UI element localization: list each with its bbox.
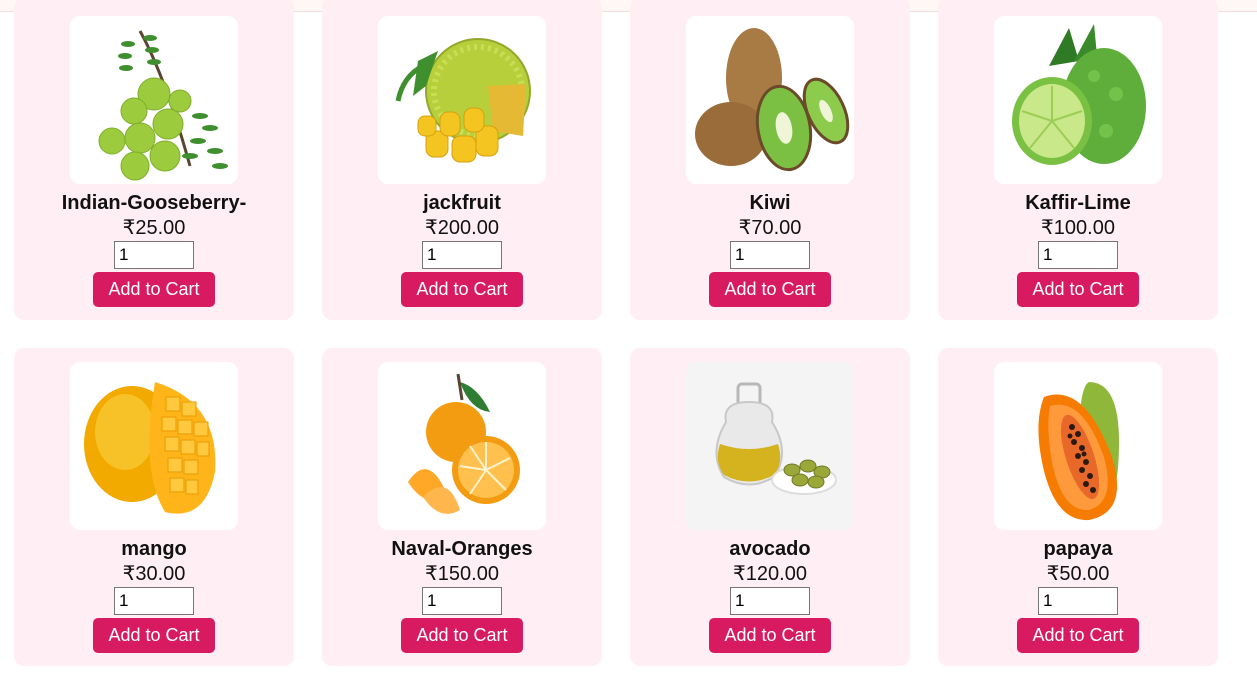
product-image [994,362,1162,530]
add-to-cart-button[interactable]: Add to Cart [1017,272,1139,307]
product-image [994,16,1162,184]
product-price: ₹50.00 [1046,563,1110,585]
add-to-cart-button[interactable]: Add to Cart [93,618,215,653]
product-image [686,16,854,184]
product-image [70,362,238,530]
quantity-input[interactable] [114,241,194,269]
product-name: mango [121,538,187,560]
kiwi-image [695,28,850,172]
product-price: ₹150.00 [425,563,499,585]
product-name: jackfruit [423,192,501,214]
olive-oil-image [715,382,837,495]
product-price: ₹100.00 [1041,217,1115,239]
mango-image [84,382,216,514]
jackfruit-image [395,38,531,163]
orange-image [408,373,520,514]
product-price: ₹200.00 [425,217,499,239]
quantity-input[interactable] [1038,241,1118,269]
product-price: ₹120.00 [733,563,807,585]
product-name: papaya [1043,538,1113,560]
product-name: Indian-Gooseberry- [61,192,247,214]
kaffir-lime-image [1012,24,1146,165]
quantity-input[interactable] [730,587,810,615]
product-price: ₹30.00 [122,563,186,585]
product-name: Kiwi [749,192,791,214]
add-to-cart-button[interactable]: Add to Cart [401,272,523,307]
product-name: Naval-Oranges [391,538,533,560]
quantity-input[interactable] [114,587,194,615]
product-card: Kaffir-Lime ₹100.00 Add to Cart [938,0,1218,320]
product-price: ₹25.00 [122,217,186,239]
product-image [70,16,238,184]
quantity-input[interactable] [422,241,502,269]
product-name: avocado [729,538,811,560]
product-name: Kaffir-Lime [1025,192,1131,214]
add-to-cart-button[interactable]: Add to Cart [401,618,523,653]
product-grid: Indian-Gooseberry- ₹25.00 Add to Cart [14,0,1218,666]
quantity-input[interactable] [730,241,810,269]
product-card: Indian-Gooseberry- ₹25.00 Add to Cart [14,0,294,320]
add-to-cart-button[interactable]: Add to Cart [709,618,831,653]
product-image [686,362,854,530]
product-price: ₹70.00 [738,217,802,239]
product-card: mango ₹30.00 Add to Cart [14,348,294,666]
papaya-image [1038,382,1119,521]
product-card: Naval-Oranges ₹150.00 Add to Cart [322,348,602,666]
product-card: avocado ₹120.00 Add to Cart [630,348,910,666]
product-image [378,16,546,184]
product-card: jackfruit ₹200.00 Add to Cart [322,0,602,320]
add-to-cart-button[interactable]: Add to Cart [93,272,215,307]
add-to-cart-button[interactable]: Add to Cart [709,272,831,307]
product-image [378,362,546,530]
quantity-input[interactable] [422,587,502,615]
product-card: papaya ₹50.00 Add to Cart [938,348,1218,666]
quantity-input[interactable] [1038,587,1118,615]
product-card: Kiwi ₹70.00 Add to Cart [630,0,910,320]
add-to-cart-button[interactable]: Add to Cart [1017,618,1139,653]
gooseberry-image [98,30,228,181]
